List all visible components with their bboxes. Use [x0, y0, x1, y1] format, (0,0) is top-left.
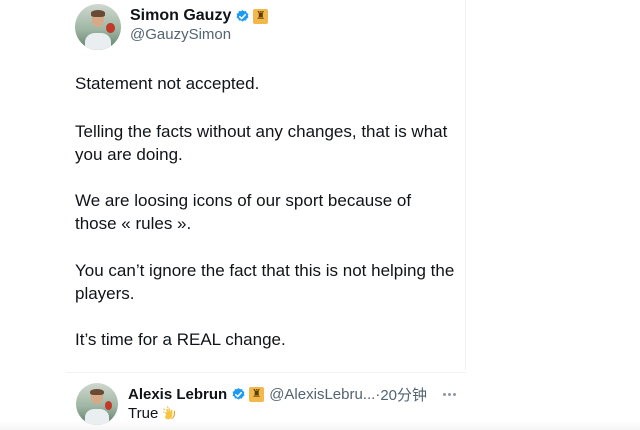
reply-author-avatar[interactable]	[76, 383, 118, 425]
tweet-paragraph: We are loosing icons of our sport becaus…	[75, 191, 412, 233]
tweet-paragraph: It’s time for a REAL change.	[75, 330, 286, 349]
eiffel-tower-icon: ♜	[249, 387, 265, 402]
eiffel-tower-icon: ♜	[253, 8, 269, 24]
tweet-paragraph: Telling the facts without any changes, t…	[75, 122, 448, 164]
tweet: Simon Gauzy ♜ @GauzySimon Statement not …	[0, 0, 466, 370]
verified-badge-icon	[232, 387, 245, 400]
reply-timestamp[interactable]: 20分钟	[380, 384, 427, 405]
avatar-paddle	[106, 23, 115, 34]
avatar-hair	[90, 388, 104, 395]
author-display-name[interactable]: Simon Gauzy	[130, 7, 231, 25]
reply-author-handle[interactable]: @AlexisLebru...	[269, 386, 375, 403]
author-handle[interactable]: @GauzySimon	[130, 26, 231, 43]
author-avatar[interactable]	[75, 4, 121, 50]
reply-header: Alexis Lebrun ♜ @AlexisLebru... · 20分钟	[128, 384, 456, 405]
author-name-row: Simon Gauzy ♜	[130, 7, 269, 25]
more-options-icon[interactable]	[443, 387, 456, 402]
bottom-fade	[0, 420, 640, 430]
reply-author-name[interactable]: Alexis Lebrun	[128, 386, 227, 403]
avatar-hair	[90, 10, 106, 17]
tweet-paragraph: You can’t ignore the fact that this is n…	[75, 261, 455, 303]
avatar-shirt	[85, 32, 111, 50]
verified-badge-icon	[236, 9, 249, 22]
avatar-paddle	[104, 400, 113, 410]
tweet-paragraph: Statement not accepted.	[75, 74, 260, 93]
